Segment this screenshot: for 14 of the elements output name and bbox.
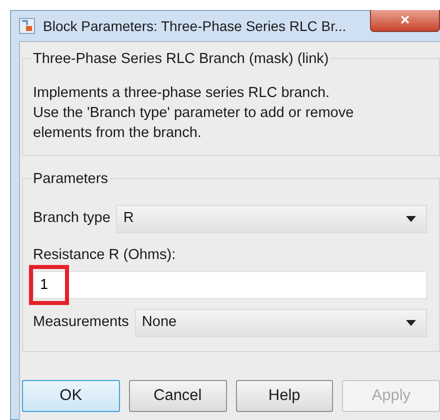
dialog-button[interactable]: Cancel xyxy=(128,380,226,412)
field-label: Resistance R (Ohms): xyxy=(33,246,176,265)
app-icon xyxy=(19,18,35,34)
dropdown[interactable]: R xyxy=(116,205,427,233)
input-field[interactable]: 1 xyxy=(33,270,427,299)
window-title: Block Parameters: Three-Phase Series RLC Br... xyxy=(43,16,346,36)
field-label: Branch type xyxy=(33,209,110,228)
dialog-button[interactable]: Help xyxy=(236,380,334,412)
dropdown[interactable]: None xyxy=(134,308,427,337)
caret-icon xyxy=(406,320,416,326)
caret-icon xyxy=(406,216,416,222)
dialog-button[interactable]: OK xyxy=(22,380,120,412)
field-label: Measurements xyxy=(33,312,129,332)
description-text: Implements a three-phase series RLC branch. Use the 'Branch type' parameter to add or remove elements from the branch. xyxy=(33,84,355,143)
